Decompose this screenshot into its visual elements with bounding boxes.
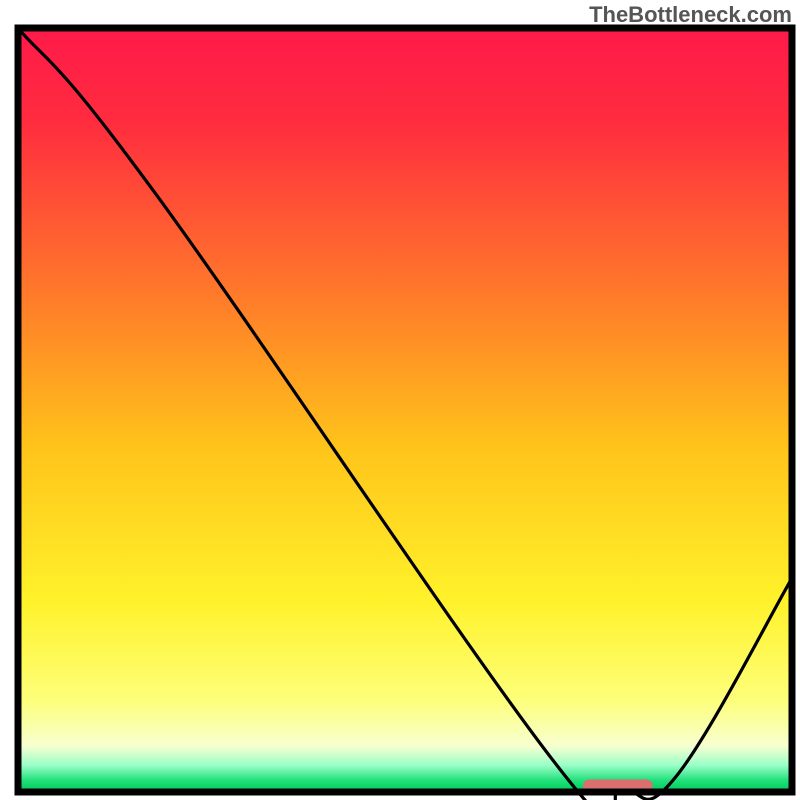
chart-svg — [0, 0, 800, 800]
watermark-text: TheBottleneck.com — [589, 2, 792, 28]
bottleneck-chart: TheBottleneck.com — [0, 0, 800, 800]
gradient-background — [18, 28, 792, 792]
